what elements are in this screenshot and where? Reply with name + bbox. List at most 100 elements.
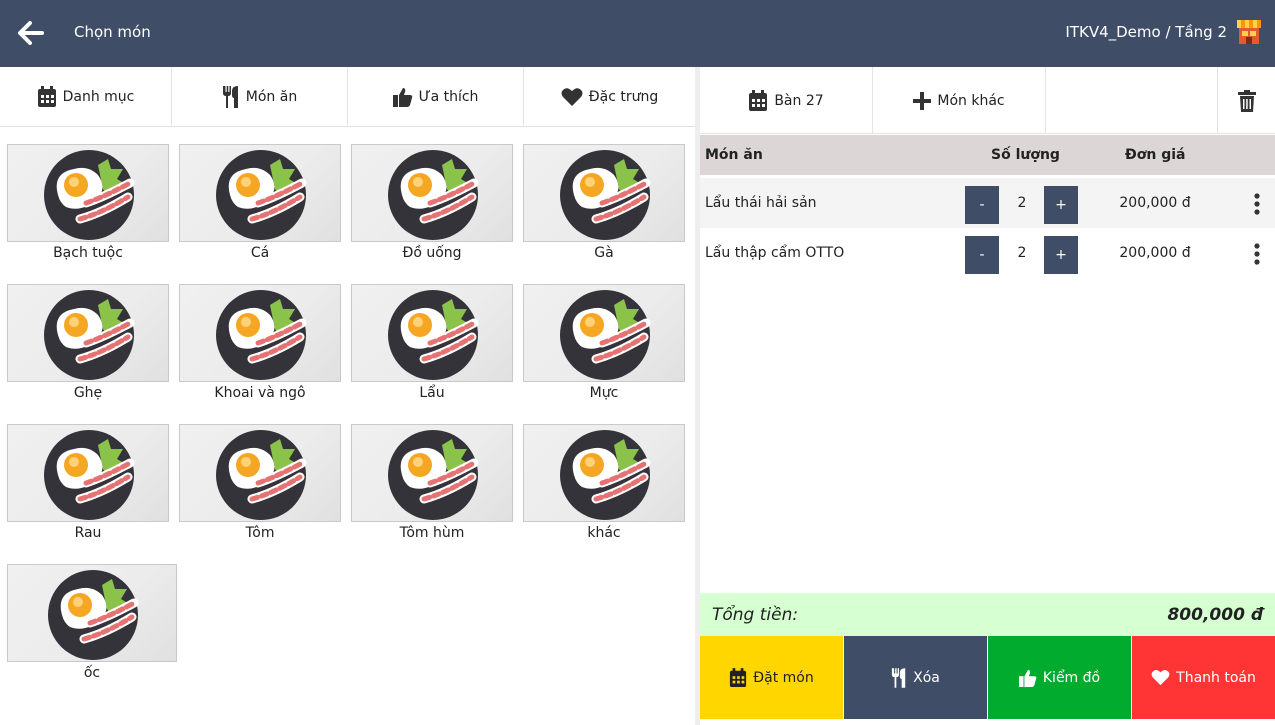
category-item[interactable]: ốc — [7, 564, 177, 681]
category-item[interactable]: khác — [523, 424, 685, 541]
category-label: ốc — [83, 665, 101, 681]
app-header: Chọn món ITKV4_Demo / Tầng 2 — [0, 0, 1275, 67]
header-price: Đơn giá — [1125, 147, 1186, 163]
increase-qty-button[interactable]: + — [1044, 186, 1078, 224]
category-item[interactable]: Tôm — [179, 424, 341, 541]
food-image-icon — [560, 150, 651, 240]
check-items-button[interactable]: Kiểm đồ — [988, 636, 1131, 719]
empty-tab-slot — [1046, 67, 1218, 134]
total-label: Tổng tiền: — [712, 605, 799, 625]
qty-value: 2 — [1017, 195, 1027, 211]
delete-order-button[interactable] — [1218, 67, 1275, 134]
order-table-header: Món ăn Số lượng Đơn giá — [700, 135, 1275, 175]
tab-label: Đặc trưng — [588, 89, 659, 105]
category-thumbnail — [7, 284, 169, 382]
calendar-icon — [749, 89, 768, 111]
calendar-icon — [730, 667, 747, 687]
category-item[interactable]: Gà — [523, 144, 685, 261]
category-item[interactable]: Mực — [523, 284, 685, 401]
category-thumbnail — [351, 424, 513, 522]
tab-danh-muc[interactable]: Danh mục — [0, 67, 172, 127]
tab-mon-an[interactable]: Món ăn — [172, 67, 348, 127]
category-thumbnail — [179, 424, 341, 522]
category-thumbnail — [351, 284, 513, 382]
food-image-icon — [560, 430, 651, 520]
other-dish-label: Món khác — [937, 92, 1005, 109]
category-item[interactable]: Tôm hùm — [351, 424, 513, 541]
action-label: Đặt món — [753, 669, 814, 686]
category-item[interactable]: Đồ uống — [351, 144, 513, 261]
tab-label: Danh mục — [62, 89, 135, 105]
food-image-icon — [388, 290, 479, 380]
total-value: 800,000 đ — [1167, 605, 1263, 625]
header-name: Món ăn — [705, 147, 763, 163]
order-panel: Bàn 27 Món khác Món ăn Số lượng Đơn giá … — [700, 67, 1275, 725]
checkout-button[interactable]: Thanh toán — [1132, 636, 1275, 719]
table-label: Bàn 27 — [774, 92, 824, 109]
food-image-icon — [560, 290, 651, 380]
more-vertical-icon[interactable] — [1248, 242, 1266, 266]
other-dish-button[interactable]: Món khác — [873, 67, 1046, 134]
food-image-icon — [48, 570, 139, 660]
category-thumbnail — [523, 424, 685, 522]
tab-label: Món ăn — [245, 89, 298, 105]
category-thumbnail — [523, 284, 685, 382]
category-thumbnail — [179, 144, 341, 242]
category-label: Khoai và ngô — [214, 385, 306, 401]
left-tab-bar: Danh mục Món ăn Ưa thích Đặc trưng — [0, 67, 695, 127]
thumbs-up-icon — [1018, 669, 1037, 687]
action-label: Xóa — [913, 669, 940, 686]
category-thumbnail — [523, 144, 685, 242]
category-thumbnail — [7, 144, 169, 242]
category-thumbnail — [7, 564, 177, 662]
header-qty: Số lượng — [991, 147, 1060, 163]
more-vertical-icon[interactable] — [1248, 192, 1266, 216]
tab-ua-thich[interactable]: Ưa thích — [348, 67, 524, 127]
arrow-left-icon[interactable] — [14, 18, 46, 48]
category-label: khác — [587, 525, 621, 541]
food-image-icon — [216, 150, 307, 240]
decrease-qty-button[interactable]: - — [965, 236, 999, 274]
category-label: Rau — [74, 525, 102, 541]
place-order-button[interactable]: Đặt món — [700, 636, 843, 719]
action-bar: Đặt món Xóa Kiểm đồ Thanh toán — [700, 636, 1275, 719]
food-image-icon — [44, 150, 135, 240]
cutlery-icon — [892, 667, 906, 688]
category-item[interactable]: Khoai và ngô — [179, 284, 341, 401]
heart-icon — [561, 88, 583, 106]
cutlery-icon — [222, 86, 238, 108]
order-tab-bar: Bàn 27 Món khác — [700, 67, 1275, 134]
category-item[interactable]: Bạch tuộc — [7, 144, 169, 261]
increase-qty-button[interactable]: + — [1044, 236, 1078, 274]
category-thumbnail — [351, 144, 513, 242]
unit-price: 200,000 đ — [1119, 195, 1191, 211]
decrease-qty-button[interactable]: - — [965, 186, 999, 224]
calendar-icon — [37, 86, 56, 107]
category-thumbnail — [7, 424, 169, 522]
dish-name: Lẩu thập cẩm OTTO — [705, 245, 845, 261]
delete-button[interactable]: Xóa — [844, 636, 987, 719]
category-label: Ghẹ — [73, 385, 103, 401]
store-icon[interactable] — [1236, 19, 1262, 45]
table-row: Lẩu thái hải sản - 2 + 200,000 đ — [700, 178, 1275, 228]
category-label: Gà — [594, 245, 614, 261]
food-image-icon — [44, 290, 135, 380]
plus-icon — [913, 91, 932, 110]
category-thumbnail — [179, 284, 341, 382]
tab-dac-trung[interactable]: Đặc trưng — [524, 67, 695, 127]
table-row: Lẩu thập cẩm OTTO - 2 + 200,000 đ — [700, 228, 1275, 278]
heart-icon — [1151, 670, 1170, 686]
category-item[interactable]: Cá — [179, 144, 341, 261]
category-item[interactable]: Lẩu — [351, 284, 513, 401]
food-image-icon — [216, 290, 307, 380]
food-image-icon — [216, 430, 307, 520]
category-label: Tôm — [245, 525, 275, 541]
unit-price: 200,000 đ — [1119, 245, 1191, 261]
category-panel: Danh mục Món ăn Ưa thích Đặc trưng Bạch … — [0, 67, 695, 725]
food-image-icon — [388, 430, 479, 520]
table-tab[interactable]: Bàn 27 — [700, 67, 873, 134]
category-item[interactable]: Ghẹ — [7, 284, 169, 401]
category-item[interactable]: Rau — [7, 424, 169, 541]
location-label: ITKV4_Demo / Tầng 2 — [1065, 23, 1227, 41]
food-image-icon — [44, 430, 135, 520]
